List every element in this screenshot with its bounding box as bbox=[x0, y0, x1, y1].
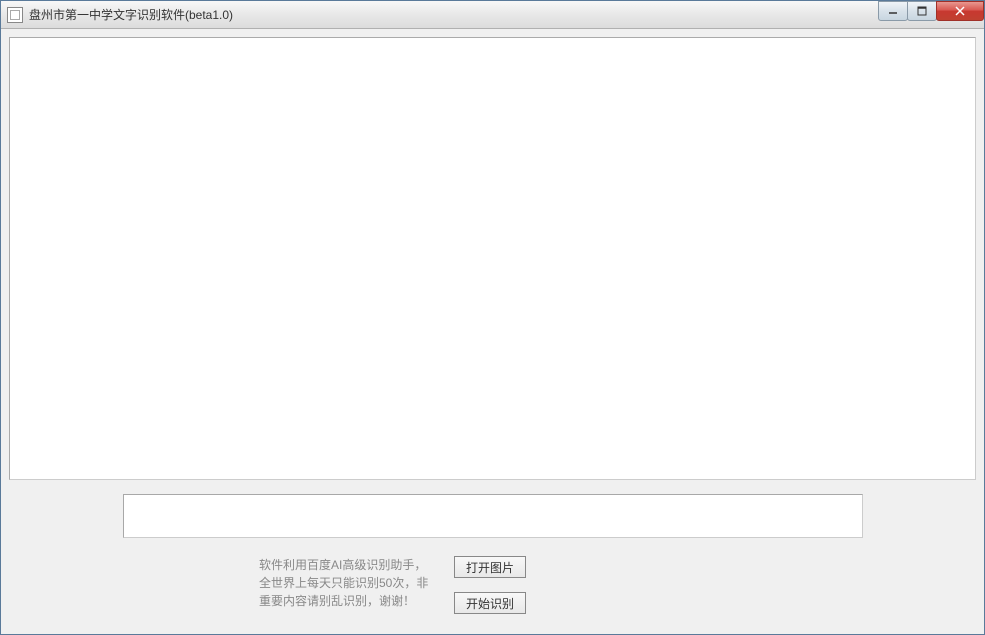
maximize-button[interactable] bbox=[907, 1, 937, 21]
titlebar[interactable]: 盘州市第一中学文字识别软件(beta1.0) bbox=[1, 1, 984, 29]
maximize-icon bbox=[917, 6, 927, 16]
start-recognition-button[interactable]: 开始识别 bbox=[454, 592, 526, 614]
close-icon bbox=[955, 6, 965, 16]
open-image-button[interactable]: 打开图片 bbox=[454, 556, 526, 578]
app-window: 盘州市第一中学文字识别软件(beta1.0) bbox=[0, 0, 985, 635]
client-area: 软件利用百度AI高级识别助手，全世界上每天只能识别50次，非重要内容请别乱识别，… bbox=[1, 29, 984, 634]
minimize-button[interactable] bbox=[878, 1, 908, 21]
info-label: 软件利用百度AI高级识别助手，全世界上每天只能识别50次，非重要内容请别乱识别，… bbox=[259, 556, 434, 610]
close-button[interactable] bbox=[936, 1, 984, 21]
image-display-area bbox=[9, 37, 976, 480]
app-icon bbox=[7, 7, 23, 23]
window-controls bbox=[879, 1, 984, 21]
text-output-field[interactable] bbox=[123, 494, 863, 538]
button-column: 打开图片 开始识别 bbox=[454, 556, 526, 614]
window-title: 盘州市第一中学文字识别软件(beta1.0) bbox=[29, 6, 233, 23]
bottom-controls: 软件利用百度AI高级识别助手，全世界上每天只能识别50次，非重要内容请别乱识别，… bbox=[9, 556, 976, 626]
minimize-icon bbox=[888, 6, 898, 16]
